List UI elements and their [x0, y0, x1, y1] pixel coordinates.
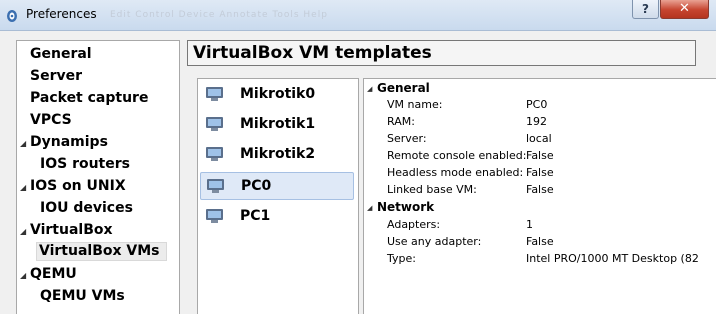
detail-value-headless-mode: False: [526, 166, 554, 179]
detail-value-ram: 192: [526, 115, 547, 128]
collapse-triangle-icon[interactable]: ◢: [367, 204, 372, 212]
computer-icon: [205, 208, 225, 224]
vm-details-pane: ◢ General VM name: PC0 RAM: 192 Server: …: [363, 78, 716, 314]
gns3-app-icon: [6, 8, 18, 22]
vm-list-item-pc1[interactable]: PC1: [200, 203, 354, 231]
nav-item-virtualbox[interactable]: VirtualBox: [30, 222, 113, 238]
detail-value-remote-console: False: [526, 149, 554, 162]
nav-item-qemu[interactable]: QEMU: [30, 266, 77, 282]
section-network: Network: [377, 200, 435, 214]
help-button[interactable]: ?: [632, 0, 659, 19]
detail-key-headless-mode: Headless mode enabled:: [387, 166, 524, 179]
vm-label: Mikrotik0: [240, 86, 316, 102]
close-button[interactable]: ✕: [660, 0, 709, 19]
vm-list-item-mikrotik0[interactable]: Mikrotik0: [200, 81, 354, 109]
detail-key-adapters: Adapters:: [387, 218, 441, 231]
detail-value-use-any-adapter: False: [526, 235, 554, 248]
page-header: VirtualBox VM templates: [187, 40, 696, 66]
detail-value-adapters: 1: [526, 218, 533, 231]
vm-label: Mikrotik1: [240, 116, 316, 132]
vm-list-item-mikrotik2[interactable]: Mikrotik2: [200, 141, 354, 169]
detail-value-vm-name: PC0: [526, 98, 548, 111]
detail-value-server: local: [526, 132, 552, 145]
detail-key-server: Server:: [387, 132, 427, 145]
expand-triangle-icon[interactable]: ◢: [20, 227, 26, 236]
vm-label: PC1: [240, 208, 271, 224]
nav-item-ios-routers[interactable]: IOS routers: [40, 156, 130, 172]
expand-triangle-icon[interactable]: ◢: [20, 183, 26, 192]
vm-template-list: Mikrotik0 Mikrotik1 Mikrotik2 PC0 PC1: [197, 78, 359, 314]
detail-key-remote-console: Remote console enabled:: [387, 149, 527, 162]
computer-icon: [206, 178, 226, 194]
detail-key-ram: RAM:: [387, 115, 415, 128]
preferences-nav-tree: General Server Packet capture VPCS ◢ Dyn…: [16, 40, 180, 314]
window-title: Preferences: [26, 7, 97, 21]
expand-triangle-icon[interactable]: ◢: [20, 139, 26, 148]
detail-key-type: Type:: [387, 252, 416, 265]
detail-key-use-any-adapter: Use any adapter:: [387, 235, 482, 248]
collapse-triangle-icon[interactable]: ◢: [367, 85, 372, 93]
detail-key-vm-name: VM name:: [387, 98, 443, 111]
page-title: VirtualBox VM templates: [193, 43, 432, 63]
nav-item-server[interactable]: Server: [30, 68, 82, 84]
section-general: General: [377, 81, 430, 95]
nav-item-qemu-vms[interactable]: QEMU VMs: [40, 288, 125, 304]
detail-value-type: Intel PRO/1000 MT Desktop (82: [526, 252, 699, 265]
nav-item-vpcs[interactable]: VPCS: [30, 112, 72, 128]
expand-triangle-icon[interactable]: ◢: [20, 271, 26, 280]
computer-icon: [205, 86, 225, 102]
vm-list-item-mikrotik1[interactable]: Mikrotik1: [200, 111, 354, 139]
background-menu-text: Edit Control Device Annotate Tools Help: [110, 10, 328, 20]
vm-label: PC0: [241, 178, 272, 194]
nav-item-general[interactable]: General: [30, 46, 92, 62]
vm-list-item-pc0[interactable]: PC0: [200, 172, 354, 200]
nav-item-iou-devices[interactable]: IOU devices: [40, 200, 133, 216]
detail-key-linked-base-vm: Linked base VM:: [387, 183, 477, 196]
vm-label: Mikrotik2: [240, 146, 316, 162]
computer-icon: [205, 146, 225, 162]
nav-item-packet-capture[interactable]: Packet capture: [30, 90, 148, 106]
computer-icon: [205, 116, 225, 132]
detail-value-linked-base-vm: False: [526, 183, 554, 196]
title-bar: Preferences Edit Control Device Annotate…: [0, 0, 716, 31]
nav-item-ios-on-unix[interactable]: IOS on UNIX: [30, 178, 126, 194]
nav-item-dynamips[interactable]: Dynamips: [30, 134, 108, 150]
nav-item-virtualbox-vms[interactable]: VirtualBox VMs: [36, 242, 167, 261]
